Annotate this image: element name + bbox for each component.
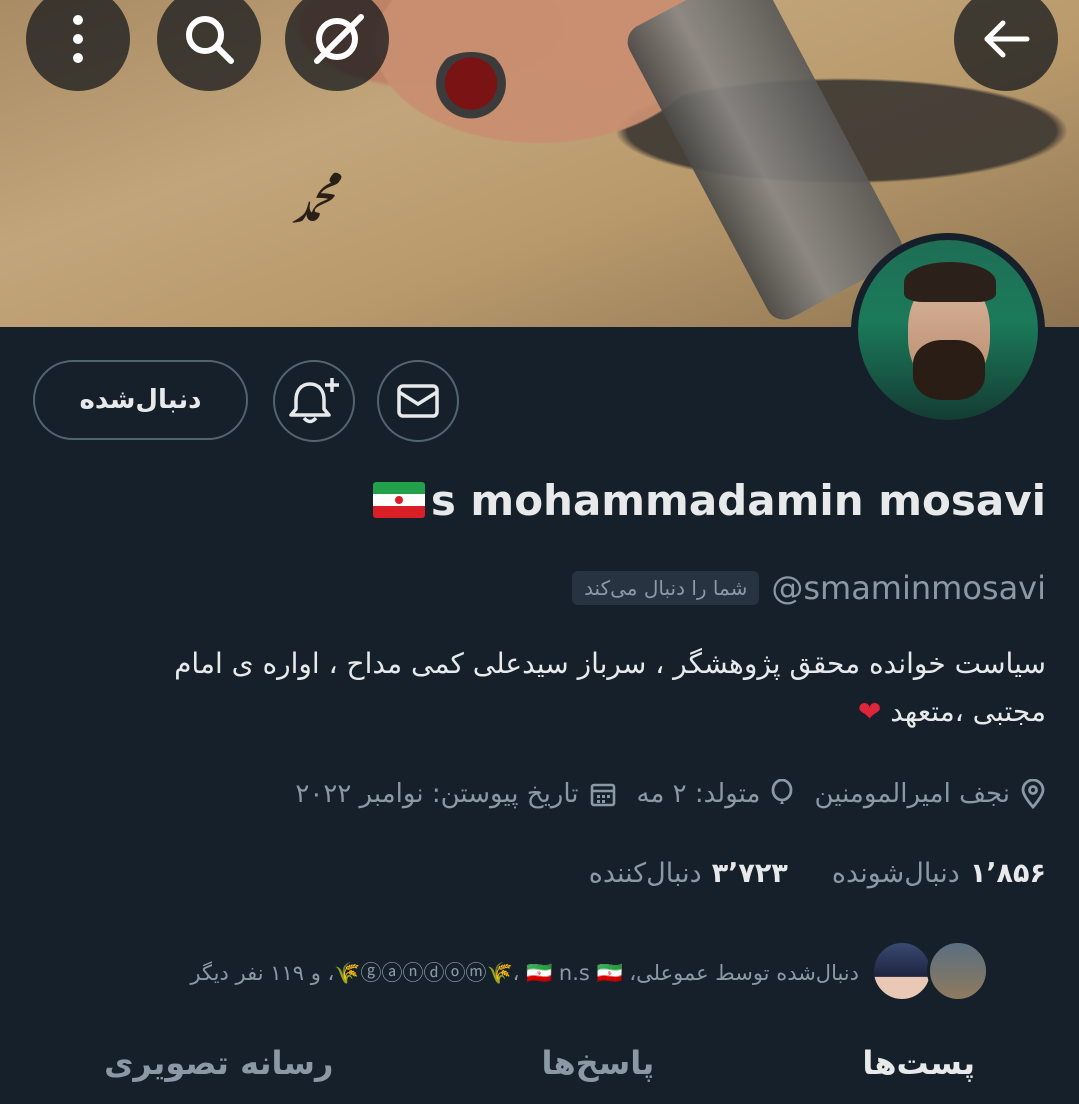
user-handle: @smaminmosavi — [771, 569, 1046, 607]
location-text: نجف امیرالمومنین — [814, 779, 1010, 809]
avatar-hair — [904, 262, 996, 302]
followers-label: دنبال‌کننده — [588, 857, 702, 889]
banner-ring — [428, 52, 514, 122]
followed-by-row[interactable]: دنبال‌شده توسط عموعلی، ⓖⓐⓝⓓⓞⓜ🌾، 🇮🇷 n.s 🇮… — [1, 940, 991, 1004]
more-vertical-icon — [73, 15, 83, 63]
following-label: دنبال‌شونده — [831, 857, 960, 889]
bio-line-2-wrap: مجتبی ،متعهد ❤ — [146, 688, 1046, 736]
profile-tabs: پست‌ها پاسخ‌ها رسانه تصویری — [0, 1044, 1079, 1104]
bio-line-1: سیاست خوانده محقق پژوهشگر ، سرباز سیدعلی… — [174, 647, 1046, 680]
following-button[interactable]: دنبال‌شده — [33, 360, 248, 440]
heart-icon: ❤ — [857, 695, 882, 728]
search-icon — [186, 16, 234, 64]
bio-line-2: مجتبی ،متعهد — [890, 695, 1046, 728]
followers-stat[interactable]: ۳٬۷۲۳ دنبال‌کننده — [589, 858, 788, 889]
balloon-icon — [772, 779, 793, 804]
profile-meta: نجف امیرالمومنین متولد: ۲ مه تاریخ پیوست… — [295, 770, 1046, 818]
tab-replies[interactable]: پاسخ‌ها — [541, 1044, 654, 1104]
tab-media[interactable]: رسانه تصویری — [104, 1044, 333, 1104]
location-pin-icon — [1021, 779, 1045, 809]
following-count: ۱٬۸۵۶ — [969, 857, 1046, 889]
bell-plus-icon — [289, 378, 339, 424]
eye-off-icon — [314, 14, 364, 64]
envelope-icon — [397, 384, 439, 418]
birth-item: متولد: ۲ مه — [637, 779, 795, 809]
followed-by-text: دنبال‌شده توسط عموعلی، ⓖⓐⓝⓓⓞⓜ🌾، 🇮🇷 n.s 🇮… — [190, 961, 859, 985]
arrow-left-icon — [984, 20, 1030, 58]
birth-text: متولد: ۲ مه — [636, 779, 761, 809]
avatar-photo — [858, 240, 1038, 420]
avatar-beard — [913, 340, 985, 400]
joined-text: تاریخ پیوستن: نوامبر ۲۰۲۲ — [295, 779, 579, 809]
calendar-icon — [590, 783, 615, 807]
profile-bio: سیاست خوانده محقق پژوهشگر ، سرباز سیدعلی… — [146, 640, 1046, 736]
mutual-avatars — [871, 940, 991, 1004]
banner-emblem: ﷴ — [290, 177, 343, 233]
handle-row: شما را دنبال می‌کند @smaminmosavi — [572, 566, 1046, 610]
profile-avatar[interactable] — [851, 233, 1045, 427]
followers-count: ۳٬۷۲۳ — [711, 857, 788, 889]
mutual-avatar-1 — [871, 940, 933, 1002]
follows-you-badge: شما را دنبال می‌کند — [572, 571, 760, 605]
tab-posts[interactable]: پست‌ها — [862, 1044, 975, 1104]
message-button[interactable] — [377, 360, 459, 442]
display-name: s mohammadamin mosavi — [430, 475, 1046, 525]
joined-item: تاریخ پیوستن: نوامبر ۲۰۲۲ — [295, 779, 616, 809]
iran-flag-icon — [372, 482, 425, 518]
display-name-row: s mohammadamin mosavi — [372, 470, 1046, 530]
following-stat[interactable]: ۱٬۸۵۶ دنبال‌شونده — [832, 858, 1046, 889]
follow-stats: ۱٬۸۵۶ دنبال‌شونده ۳٬۷۲۳ دنبال‌کننده — [589, 850, 1046, 896]
mutual-avatar-2 — [927, 940, 989, 1002]
location-item: نجف امیرالمومنین — [814, 779, 1046, 809]
notify-button[interactable] — [273, 360, 355, 442]
